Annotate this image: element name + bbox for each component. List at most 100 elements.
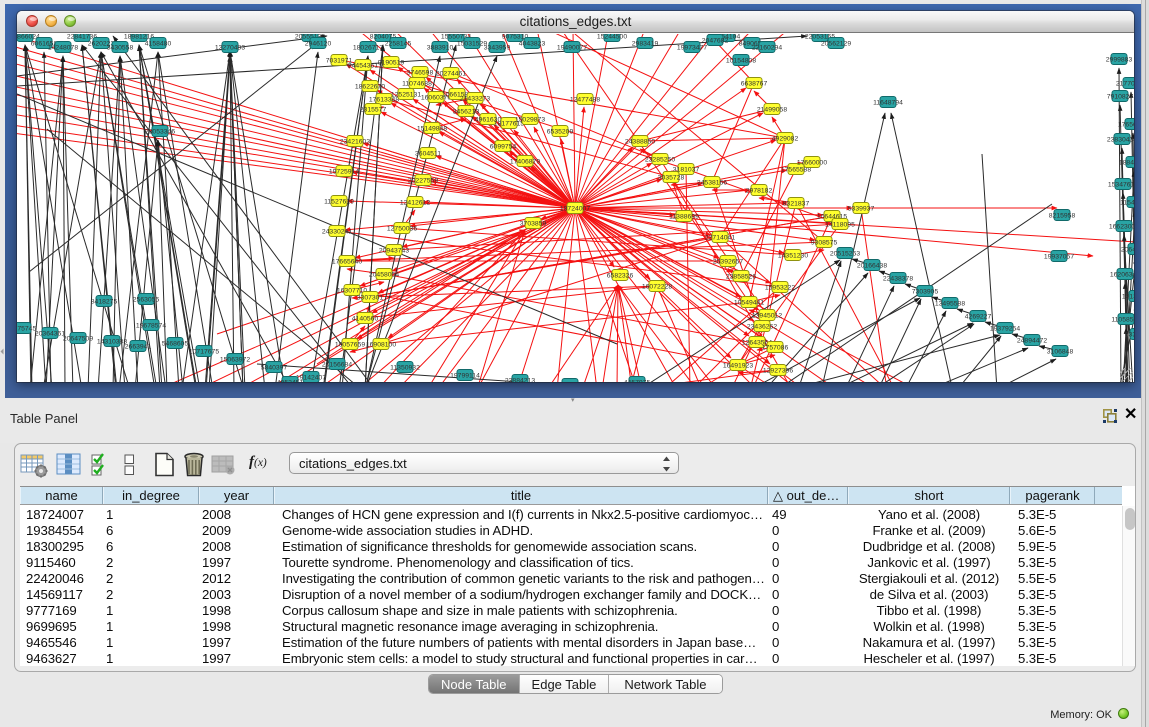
- svg-text:20648195: 20648195: [1121, 247, 1134, 254]
- svg-text:13945012: 13945012: [752, 313, 782, 320]
- svg-text:18841570: 18841570: [1119, 160, 1134, 167]
- svg-text:20227559: 20227559: [408, 178, 438, 185]
- svg-text:23830434: 23830434: [1107, 137, 1134, 144]
- svg-text:2563055: 2563055: [133, 297, 160, 304]
- svg-text:9190519: 9190519: [378, 60, 405, 67]
- svg-text:24454361: 24454361: [348, 63, 378, 70]
- svg-text:20392657: 20392657: [713, 259, 743, 266]
- svg-text:24388850: 24388850: [625, 139, 655, 146]
- svg-text:20647509: 20647509: [63, 336, 93, 343]
- svg-text:6099754: 6099754: [490, 144, 517, 151]
- svg-text:12412612: 12412612: [400, 200, 430, 207]
- svg-text:13495588: 13495588: [935, 301, 965, 308]
- svg-text:5339937: 5339937: [848, 206, 875, 213]
- svg-text:6638767: 6638767: [741, 81, 768, 88]
- svg-text:19937057: 19937057: [1044, 254, 1074, 261]
- svg-text:22160294: 22160294: [752, 45, 782, 52]
- svg-text:3703859: 3703859: [520, 221, 547, 228]
- svg-text:12927396: 12927396: [763, 368, 793, 375]
- svg-text:8418275: 8418275: [91, 299, 118, 306]
- svg-text:17660000: 17660000: [797, 160, 827, 167]
- svg-text:20166438: 20166438: [857, 263, 887, 270]
- svg-text:3307301: 3307301: [357, 295, 384, 302]
- svg-text:4457975: 4457975: [624, 380, 651, 383]
- svg-text:15031529: 15031529: [457, 41, 487, 48]
- svg-text:21499058: 21499058: [757, 107, 787, 114]
- svg-text:3456213: 3456213: [453, 109, 480, 116]
- svg-text:16206344: 16206344: [1110, 272, 1134, 279]
- svg-text:9335812: 9335812: [1125, 332, 1134, 339]
- svg-text:18026717: 18026717: [353, 45, 383, 52]
- svg-text:12477488: 12477488: [570, 97, 600, 104]
- svg-text:3430558: 3430558: [107, 45, 134, 52]
- svg-text:20562129: 20562129: [821, 41, 851, 48]
- svg-text:2047682: 2047682: [702, 38, 729, 45]
- svg-text:2983419: 2983419: [632, 41, 659, 48]
- svg-text:15149848: 15149848: [417, 126, 447, 133]
- svg-text:3343959: 3343959: [484, 45, 511, 52]
- svg-text:5468605: 5468605: [162, 341, 189, 348]
- svg-text:17656906: 17656906: [1118, 122, 1134, 129]
- svg-text:19678574: 19678574: [136, 323, 166, 330]
- svg-text:11527619: 11527619: [324, 199, 354, 206]
- svg-text:12750036: 12750036: [387, 226, 417, 233]
- svg-text:20274461: 20274461: [436, 71, 466, 78]
- svg-text:15244500: 15244500: [597, 34, 627, 41]
- svg-text:2999883: 2999883: [1106, 57, 1133, 64]
- svg-text:3035728: 3035728: [658, 175, 685, 182]
- svg-text:4140560: 4140560: [352, 316, 379, 323]
- svg-text:24894472: 24894472: [1017, 338, 1047, 345]
- svg-text:22714041: 22714041: [705, 235, 735, 242]
- svg-text:11058511: 11058511: [1111, 317, 1134, 324]
- svg-text:3746598: 3746598: [407, 70, 434, 77]
- svg-text:19799114: 19799114: [450, 373, 480, 380]
- svg-text:20515263: 20515263: [830, 251, 860, 258]
- svg-text:3106848: 3106848: [1047, 349, 1074, 356]
- svg-text:11388699: 11388699: [669, 214, 699, 221]
- svg-text:4158480: 4158480: [145, 41, 172, 48]
- svg-text:14310388: 14310388: [97, 339, 127, 346]
- svg-text:2663941: 2663941: [125, 344, 152, 351]
- svg-text:20943743: 20943743: [379, 248, 409, 255]
- svg-text:14351230: 14351230: [778, 253, 808, 260]
- svg-text:19490077: 19490077: [557, 45, 587, 52]
- svg-text:10717675: 10717675: [189, 349, 219, 356]
- svg-text:7064171: 7064171: [557, 382, 584, 383]
- svg-text:2946120: 2946120: [305, 41, 332, 48]
- svg-text:24330241: 24330241: [322, 229, 352, 236]
- svg-text:19725914: 19725914: [329, 169, 359, 176]
- svg-text:4929082: 4929082: [772, 136, 799, 143]
- svg-text:18724007: 18724007: [560, 206, 590, 213]
- svg-text:20156684: 20156684: [322, 362, 352, 369]
- svg-text:23421603: 23421603: [340, 139, 370, 146]
- svg-text:17406879: 17406879: [510, 159, 540, 166]
- svg-text:15029873: 15029873: [515, 117, 545, 124]
- svg-text:5840397: 5840397: [261, 365, 288, 372]
- svg-text:19973477: 19973477: [677, 45, 707, 52]
- svg-text:24538166: 24538166: [697, 180, 727, 187]
- svg-text:21770515: 21770515: [1116, 81, 1134, 88]
- svg-text:22438378: 22438378: [883, 276, 913, 283]
- svg-text:11648794: 11648794: [873, 100, 903, 107]
- svg-text:16072228: 16072228: [642, 284, 672, 291]
- svg-text:20364361: 20364361: [35, 331, 65, 338]
- svg-text:14118095: 14118095: [825, 222, 855, 229]
- svg-text:2978182: 2978182: [746, 188, 773, 195]
- svg-text:8215958: 8215958: [1049, 213, 1076, 220]
- svg-text:15953222: 15953222: [765, 285, 795, 292]
- svg-text:2315577: 2315577: [360, 107, 387, 114]
- svg-text:23285250: 23285250: [645, 157, 675, 164]
- svg-text:18622670: 18622670: [355, 84, 385, 91]
- svg-text:10057659: 10057659: [335, 342, 365, 349]
- svg-text:9308575: 9308575: [811, 240, 838, 247]
- svg-text:10549441: 10549441: [734, 300, 764, 307]
- svg-text:3883910: 3883910: [427, 45, 454, 52]
- svg-text:14248078: 14248078: [48, 45, 78, 52]
- svg-text:15347616: 15347616: [1108, 182, 1134, 189]
- svg-text:13270483: 13270483: [215, 45, 245, 52]
- svg-text:3604511: 3604511: [415, 151, 441, 158]
- svg-text:16491923: 16491923: [723, 363, 753, 370]
- svg-text:13132690: 13132690: [1122, 294, 1134, 301]
- svg-text:19379254: 19379254: [990, 326, 1020, 333]
- svg-text:12525131: 12525131: [391, 92, 421, 99]
